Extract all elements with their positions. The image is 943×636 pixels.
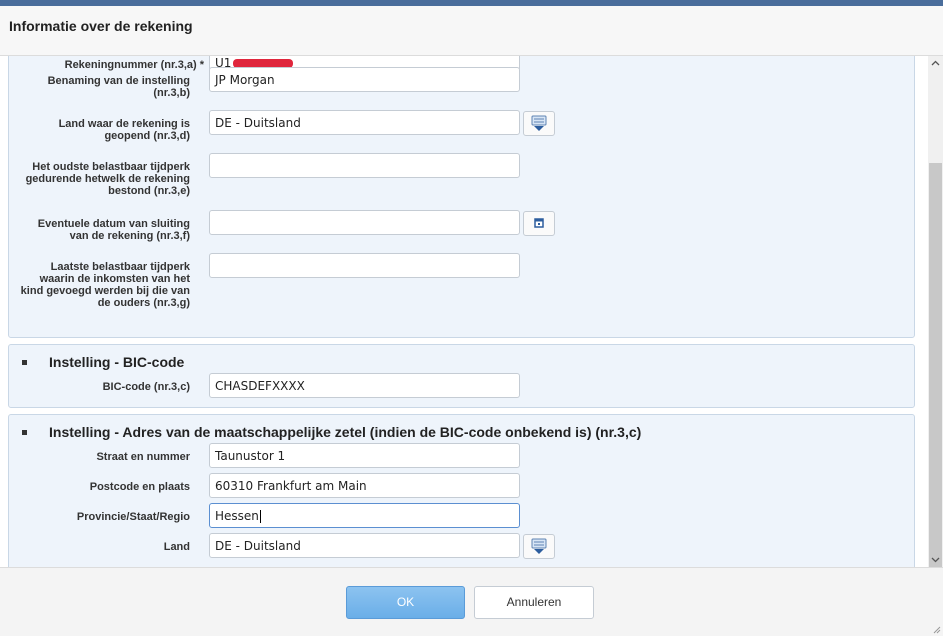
closing-date-label: Eventuele datum van sluiting van de reke…	[37, 218, 190, 242]
address-country-picker-button[interactable]	[523, 534, 555, 559]
chevron-down-icon	[931, 557, 940, 563]
bic-section-panel: Instelling - BIC-code BIC-code (nr.3,c) …	[8, 344, 915, 408]
address-section-panel: Instelling - Adres van de maatschappelij…	[8, 414, 915, 567]
bic-section-title: Instelling - BIC-code	[49, 354, 185, 370]
postal-input[interactable]: 60310 Frankfurt am Main	[209, 473, 520, 498]
section-bullet	[22, 360, 27, 365]
list-picker-icon	[531, 115, 547, 131]
dialog-content: Rekeningnummer (nr.3,a) * U1 Benaming va…	[0, 56, 928, 567]
calendar-icon	[534, 218, 544, 228]
street-label: Straat en nummer	[96, 451, 190, 463]
address-section-title: Instelling - Adres van de maatschappelij…	[49, 424, 642, 440]
ok-button[interactable]: OK	[346, 586, 465, 619]
scroll-up-button[interactable]	[928, 56, 943, 71]
text-caret	[259, 510, 261, 523]
scrollbar-thumb[interactable]	[929, 163, 942, 576]
country-opened-label: Land waar de rekening is geopend (nr.3,d…	[58, 118, 190, 142]
country-opened-input[interactable]: DE - Duitsland	[209, 110, 520, 135]
institution-input[interactable]: JP Morgan	[209, 67, 520, 92]
bic-code-input[interactable]: CHASDEFXXXX	[209, 373, 520, 398]
province-label: Provincie/Staat/Regio	[76, 511, 190, 523]
section-bullet	[22, 430, 27, 435]
chevron-up-icon	[931, 60, 940, 66]
address-country-input[interactable]: DE - Duitsland	[209, 533, 520, 558]
province-input[interactable]: Hessen	[209, 503, 520, 528]
country-picker-button[interactable]	[523, 111, 555, 136]
oldest-period-input[interactable]	[209, 153, 520, 178]
account-details-panel: Rekeningnummer (nr.3,a) * U1 Benaming va…	[8, 56, 915, 338]
last-period-input[interactable]	[209, 253, 520, 278]
list-picker-icon	[531, 538, 547, 554]
oldest-period-label: Het oudste belastbaar tijdperk gedurende…	[25, 161, 190, 197]
account-number-label: Rekeningnummer (nr.3,a) *	[64, 59, 204, 71]
closing-date-input[interactable]	[209, 210, 520, 235]
vertical-scrollbar[interactable]	[928, 56, 943, 576]
cancel-button[interactable]: Annuleren	[474, 586, 594, 619]
address-country-label: Land	[163, 541, 190, 553]
dialog-title: Informatie over de rekening	[9, 18, 193, 34]
scroll-down-button[interactable]	[928, 552, 943, 567]
postal-label: Postcode en plaats	[89, 481, 190, 493]
bic-code-label: BIC-code (nr.3,c)	[102, 381, 190, 393]
last-period-label: Laatste belastbaar tijdperk waarin de in…	[20, 261, 190, 309]
calendar-button[interactable]	[523, 211, 555, 236]
institution-label: Benaming van de instelling (nr.3,b)	[47, 75, 190, 99]
resize-grip-icon[interactable]	[933, 626, 941, 634]
dialog-footer: OK Annuleren	[0, 567, 943, 636]
street-input[interactable]: Taunustor 1	[209, 443, 520, 468]
dialog-titlebar: Informatie over de rekening	[0, 6, 943, 56]
